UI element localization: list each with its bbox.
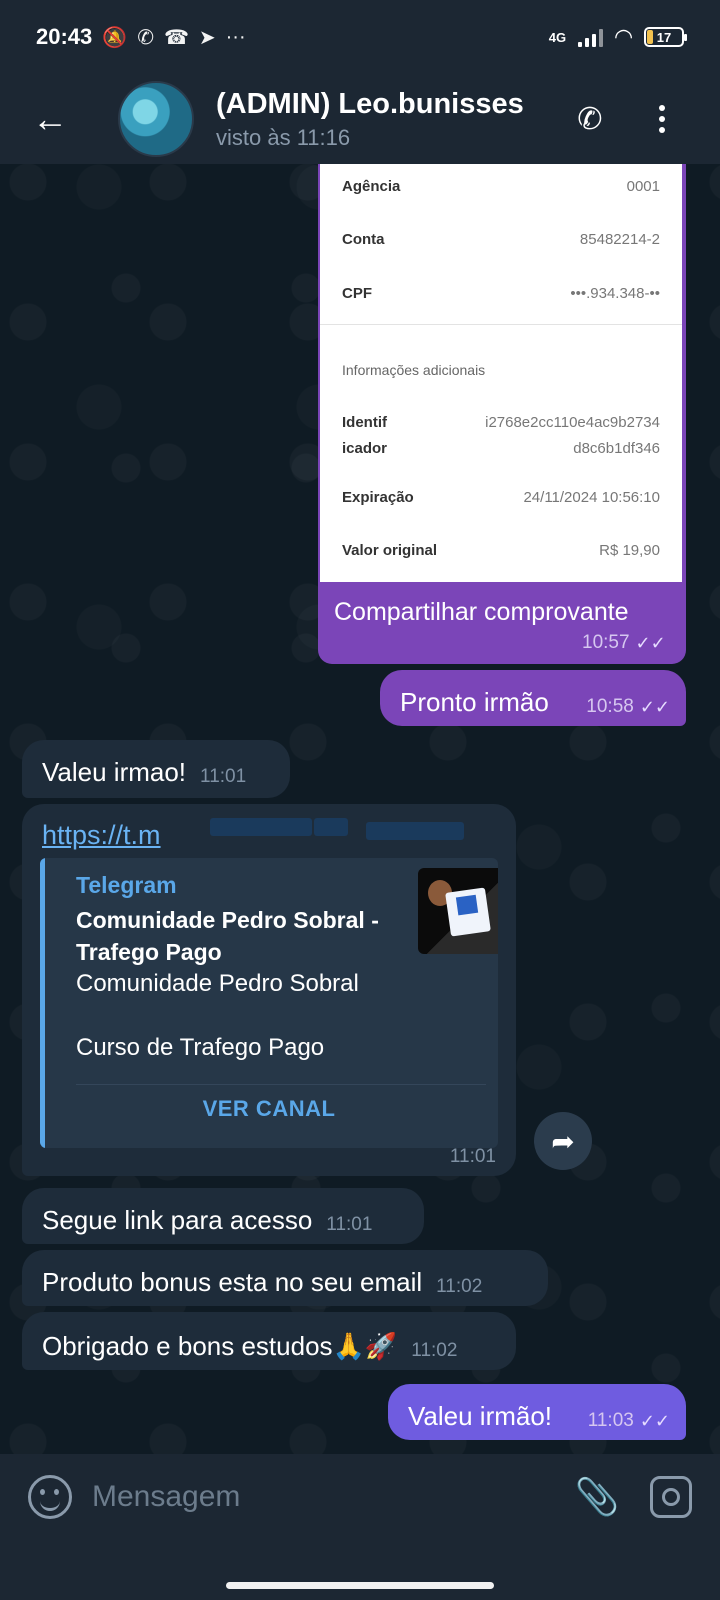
double-check-icon: ✓✓ <box>635 632 666 653</box>
attach-button[interactable]: 📎 <box>572 1476 622 1518</box>
redacted-text <box>314 818 348 836</box>
last-seen: visto às 11:16 <box>216 124 351 150</box>
receipt-row-identificador: Identif icador i2768e2cc110e4ac9b2734 d8… <box>342 414 660 457</box>
message-time: 10:57 <box>582 632 630 653</box>
back-button[interactable]: ← <box>0 74 100 164</box>
wifi-icon: ◠ <box>615 24 632 49</box>
preview-divider <box>76 1084 486 1085</box>
message-bubble-in[interactable]: Produto bonus esta no seu email 11:02 <box>22 1250 548 1306</box>
double-check-icon: ✓✓ <box>639 696 670 717</box>
preview-description: Curso de Trafego Pago <box>76 1034 325 1061</box>
whatsapp-icon: ✆ <box>137 26 154 49</box>
message-input[interactable] <box>92 1480 532 1514</box>
paperclip-icon: 📎 <box>574 1476 620 1517</box>
redacted-text <box>210 818 312 836</box>
message-time: 11:02 <box>436 1276 483 1297</box>
receipt-row-expiracao: Expiração 24/11/2024 10:56:10 <box>342 489 660 506</box>
message-time: 11:01 <box>449 1146 496 1167</box>
link-preview-card[interactable]: Telegram Comunidade Pedro Sobral - Trafe… <box>40 858 498 1148</box>
message-composer: 📎 <box>0 1454 720 1540</box>
share-button[interactable]: ➦ <box>534 1112 592 1170</box>
telegram-icon: ➤ <box>198 26 216 49</box>
message-time: 11:01 <box>326 1214 373 1235</box>
message-bubble-in[interactable]: Obrigado e bons estudos🙏🚀 11:02 <box>22 1312 516 1370</box>
view-channel-button[interactable]: VER CANAL <box>40 1096 498 1122</box>
receipt-image[interactable]: Agência 0001 Conta 85482214-2 CPF •••.93… <box>320 164 682 582</box>
status-bar: 20:43 🔕 ✆ ☎ ➤ ··· 4G ◠ 17 <box>0 0 720 74</box>
battery-level: 17 <box>656 29 672 45</box>
call-button[interactable]: ✆ <box>568 97 612 141</box>
preview-site-name: Telegram <box>76 872 177 898</box>
receipt-row-cpf: CPF •••.934.348-•• <box>342 285 660 302</box>
link-url[interactable]: https://t.m <box>42 820 161 851</box>
receipt-caption: Compartilhar comprovante <box>334 598 629 626</box>
phone-icon: ✆ <box>577 102 603 136</box>
chat-info[interactable]: (ADMIN) Leo.bunisses visto às 11:16 <box>216 88 556 151</box>
receipt-section-title: Informações adicionais <box>342 362 486 378</box>
kebab-menu-button[interactable] <box>640 97 684 141</box>
emoji-button[interactable] <box>28 1475 72 1519</box>
status-time: 20:43 <box>36 24 93 49</box>
share-arrow-icon: ➦ <box>551 1125 575 1157</box>
link-message-bubble[interactable]: https://t.m Telegram Comunidade Pedro So… <box>22 804 516 1176</box>
message-bubble-in[interactable]: Segue link para acesso 11:01 <box>22 1188 424 1244</box>
message-time: 10:58 <box>586 696 634 717</box>
avatar[interactable] <box>118 81 194 157</box>
receipt-row-agencia: Agência 0001 <box>342 178 660 195</box>
message-bubble-in[interactable]: Valeu irmao! 11:01 <box>22 740 290 798</box>
message-bubble-out[interactable]: Valeu irmão! 11:03 ✓✓ <box>388 1384 686 1440</box>
receipt-row-valor: Valor original R$ 19,90 <box>342 542 660 559</box>
receipt-row-conta: Conta 85482214-2 <box>342 231 660 248</box>
chat-title: (ADMIN) Leo.bunisses <box>216 87 524 120</box>
mute-icon: 🔕 <box>102 26 128 49</box>
missed-call-icon: ☎ <box>163 26 189 49</box>
preview-thumbnail <box>418 868 498 954</box>
redacted-text <box>366 822 464 840</box>
preview-description: Comunidade Pedro Sobral <box>76 970 359 997</box>
signal-icon <box>578 27 604 47</box>
message-time: 11:01 <box>200 766 247 787</box>
message-bubble-out[interactable]: Pronto irmão 10:58 ✓✓ <box>380 670 686 726</box>
message-time: 11:02 <box>411 1340 458 1361</box>
home-indicator[interactable] <box>226 1582 494 1589</box>
receipt-divider <box>320 324 682 325</box>
battery-icon: 17 <box>644 27 687 47</box>
system-nav-bar <box>0 1540 720 1600</box>
message-time: 11:03 <box>587 1410 634 1431</box>
double-check-icon: ✓✓ <box>639 1410 670 1431</box>
receipt-meta: 10:57 ✓✓ <box>582 632 666 654</box>
camera-button[interactable] <box>650 1476 692 1518</box>
back-arrow-icon: ← <box>32 98 68 139</box>
network-type: 4G <box>548 29 567 45</box>
chat-header: ← (ADMIN) Leo.bunisses visto às 11:16 ✆ <box>0 74 720 164</box>
more-dots-icon: ··· <box>225 25 246 48</box>
preview-title: Comunidade Pedro Sobral - Trafego Pago <box>76 907 379 965</box>
